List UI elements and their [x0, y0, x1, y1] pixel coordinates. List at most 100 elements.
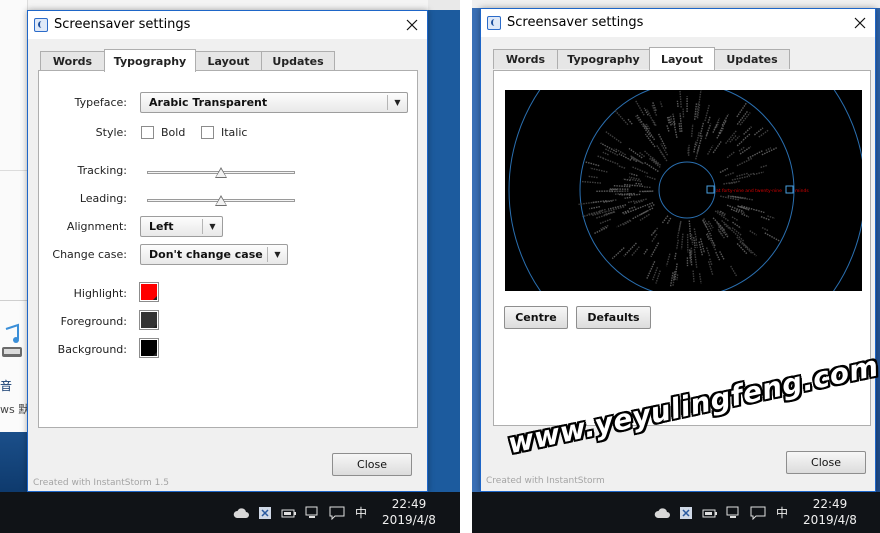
foreground-color-picker[interactable] [139, 310, 159, 330]
layout-preview[interactable]: at forty-nine and twenty-nine minds [505, 90, 862, 291]
alignment-select[interactable]: Left ▼ [140, 216, 223, 237]
close-window-button[interactable] [845, 9, 875, 37]
word-stroke [735, 209, 745, 214]
title-bar: Screensaver settings [28, 11, 427, 39]
word-stroke [719, 167, 729, 174]
highlight-color-picker[interactable] [139, 282, 159, 302]
handle-left[interactable] [706, 185, 715, 194]
word-stroke [712, 141, 722, 154]
chevron-down-icon: ▼ [202, 219, 222, 234]
word-stroke [753, 171, 765, 176]
word-stroke [730, 265, 738, 277]
word-stroke [732, 221, 742, 229]
foreground-swatch [141, 312, 157, 328]
centre-button[interactable]: Centre [504, 306, 568, 329]
word-stroke [761, 226, 769, 232]
word-stroke [679, 90, 682, 108]
close-button[interactable]: Close [786, 451, 866, 474]
clock[interactable]: 22:49 2019/4/8 [795, 496, 865, 528]
italic-checkbox[interactable] [201, 126, 214, 139]
word-stroke [692, 270, 695, 283]
title-bar: Screensaver settings [481, 9, 875, 37]
tab-words[interactable]: Words [493, 49, 558, 69]
background-color-picker[interactable] [139, 338, 159, 358]
security-icon[interactable] [257, 505, 273, 521]
close-button[interactable]: Close [332, 453, 412, 476]
cloud-icon[interactable] [654, 505, 670, 521]
tab-typography[interactable]: Typography [104, 49, 196, 72]
tab-layout[interactable]: Layout [649, 47, 715, 70]
word-stroke [628, 206, 636, 210]
word-stroke [693, 141, 697, 153]
tab-layout[interactable]: Layout [195, 51, 262, 71]
highlight-sample-text: at forty-nine and twenty-nine [716, 188, 782, 194]
network-icon[interactable] [726, 505, 742, 521]
typeface-value: Arabic Transparent [149, 96, 268, 109]
close-window-button[interactable] [397, 11, 427, 39]
notification-icon[interactable] [329, 505, 345, 521]
word-stroke [643, 248, 648, 255]
taskbar-right: 中 22:49 2019/4/8 [472, 492, 880, 533]
change-case-select[interactable]: Don't change case ▼ [140, 244, 288, 265]
notification-icon[interactable] [750, 505, 766, 521]
typeface-select[interactable]: Arabic Transparent ▼ [140, 92, 408, 113]
word-stroke [624, 196, 631, 199]
background-text-1: 音 [0, 379, 13, 393]
word-stroke [634, 99, 645, 116]
word-stroke [764, 232, 781, 242]
word-stroke [646, 261, 656, 279]
word-stroke [675, 239, 679, 250]
word-stroke [666, 217, 672, 224]
chevron-down-icon: ▼ [267, 247, 287, 262]
tab-updates[interactable]: Updates [261, 51, 335, 71]
word-stroke [736, 172, 749, 178]
word-stroke [605, 131, 622, 144]
music-icon [2, 323, 24, 359]
leading-slider-thumb[interactable] [215, 195, 227, 206]
highlight-swatch [141, 284, 157, 300]
word-stroke [661, 215, 669, 224]
battery-icon[interactable] [281, 505, 297, 521]
word-stroke [728, 181, 737, 185]
word-stroke [698, 273, 702, 284]
tab-typography[interactable]: Typography [557, 49, 650, 69]
battery-icon[interactable] [702, 505, 718, 521]
word-stroke [627, 192, 635, 195]
word-stroke [631, 165, 648, 175]
tab-words[interactable]: Words [40, 51, 105, 71]
ime-indicator[interactable]: 中 [353, 505, 369, 521]
word-stroke [760, 164, 768, 169]
word-stroke [652, 227, 659, 235]
word-stroke [753, 127, 764, 136]
screensaver-settings-dialog-typography: Screensaver settings Words Typography La… [27, 10, 428, 492]
word-stroke [747, 172, 755, 176]
word-stroke [634, 182, 643, 185]
word-stroke [666, 124, 670, 132]
tracking-slider-thumb[interactable] [215, 167, 227, 178]
word-stroke [621, 210, 629, 214]
tab-updates[interactable]: Updates [714, 49, 790, 69]
word-stroke [680, 233, 684, 250]
desktop-right-topbar [472, 0, 880, 8]
network-icon[interactable] [305, 505, 321, 521]
clock[interactable]: 22:49 2019/4/8 [374, 496, 444, 528]
word-stroke [584, 161, 600, 167]
handle-right[interactable] [785, 185, 794, 194]
word-stroke [693, 228, 698, 241]
ime-indicator[interactable]: 中 [774, 505, 790, 521]
taskbar-left: 中 22:49 2019/4/8 [0, 492, 460, 533]
word-stroke [613, 184, 631, 188]
word-stroke [698, 90, 702, 106]
close-icon [854, 17, 866, 29]
highlight-sample-text-2: minds [795, 188, 809, 194]
security-icon[interactable] [678, 505, 694, 521]
word-stroke [743, 126, 752, 135]
bold-checkbox[interactable] [141, 126, 154, 139]
word-stroke [731, 216, 739, 222]
word-stroke [672, 274, 676, 286]
defaults-button[interactable]: Defaults [576, 306, 651, 329]
word-stroke [694, 103, 698, 120]
footer-credit: Created with InstantStorm [486, 476, 605, 486]
cloud-icon[interactable] [233, 505, 249, 521]
typeface-label: Typeface: [74, 96, 127, 109]
